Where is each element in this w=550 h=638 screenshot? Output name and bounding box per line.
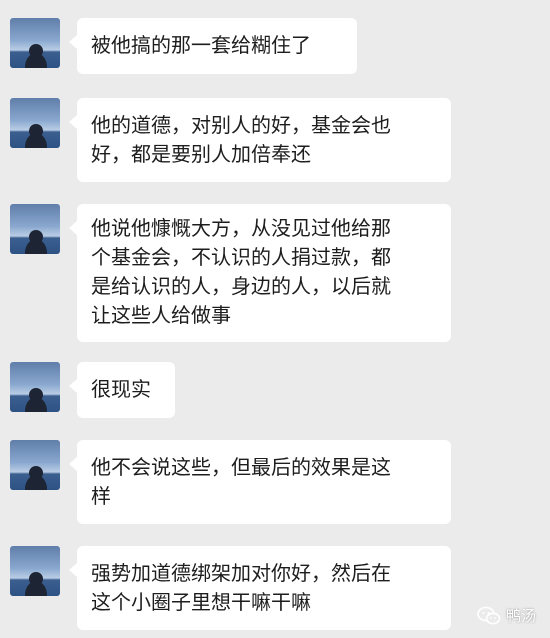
avatar[interactable]	[10, 98, 60, 148]
avatar[interactable]	[10, 18, 60, 68]
avatar-icon	[25, 466, 47, 490]
message-bubble[interactable]: 很现实	[69, 362, 175, 418]
avatar-icon	[25, 572, 47, 596]
wechat-icon	[477, 606, 501, 624]
avatar[interactable]	[10, 440, 60, 490]
avatar[interactable]	[10, 362, 60, 412]
avatar[interactable]	[10, 546, 60, 596]
avatar-icon	[25, 44, 47, 68]
avatar-icon	[25, 388, 47, 412]
watermark: 鸭汤	[477, 605, 536, 626]
avatar-icon	[25, 124, 47, 148]
avatar[interactable]	[10, 204, 60, 254]
message-bubble[interactable]: 他说他慷慨大方，从没见过他给那 个基金会，不认识的人捐过款，都 是给认识的人，身…	[69, 204, 451, 342]
avatar-icon	[25, 230, 47, 254]
message-bubble[interactable]: 强势加道德绑架加对你好，然后在 这个小圈子里想干嘛干嘛	[69, 546, 451, 630]
watermark-label: 鸭汤	[505, 607, 536, 625]
message-bubble[interactable]: 他不会说这些，但最后的效果是这 样	[69, 440, 451, 524]
message-bubble[interactable]: 被他搞的那一套给糊住了	[69, 18, 357, 74]
message-bubble[interactable]: 他的道德，对别人的好，基金会也 好，都是要别人加倍奉还	[69, 98, 451, 182]
